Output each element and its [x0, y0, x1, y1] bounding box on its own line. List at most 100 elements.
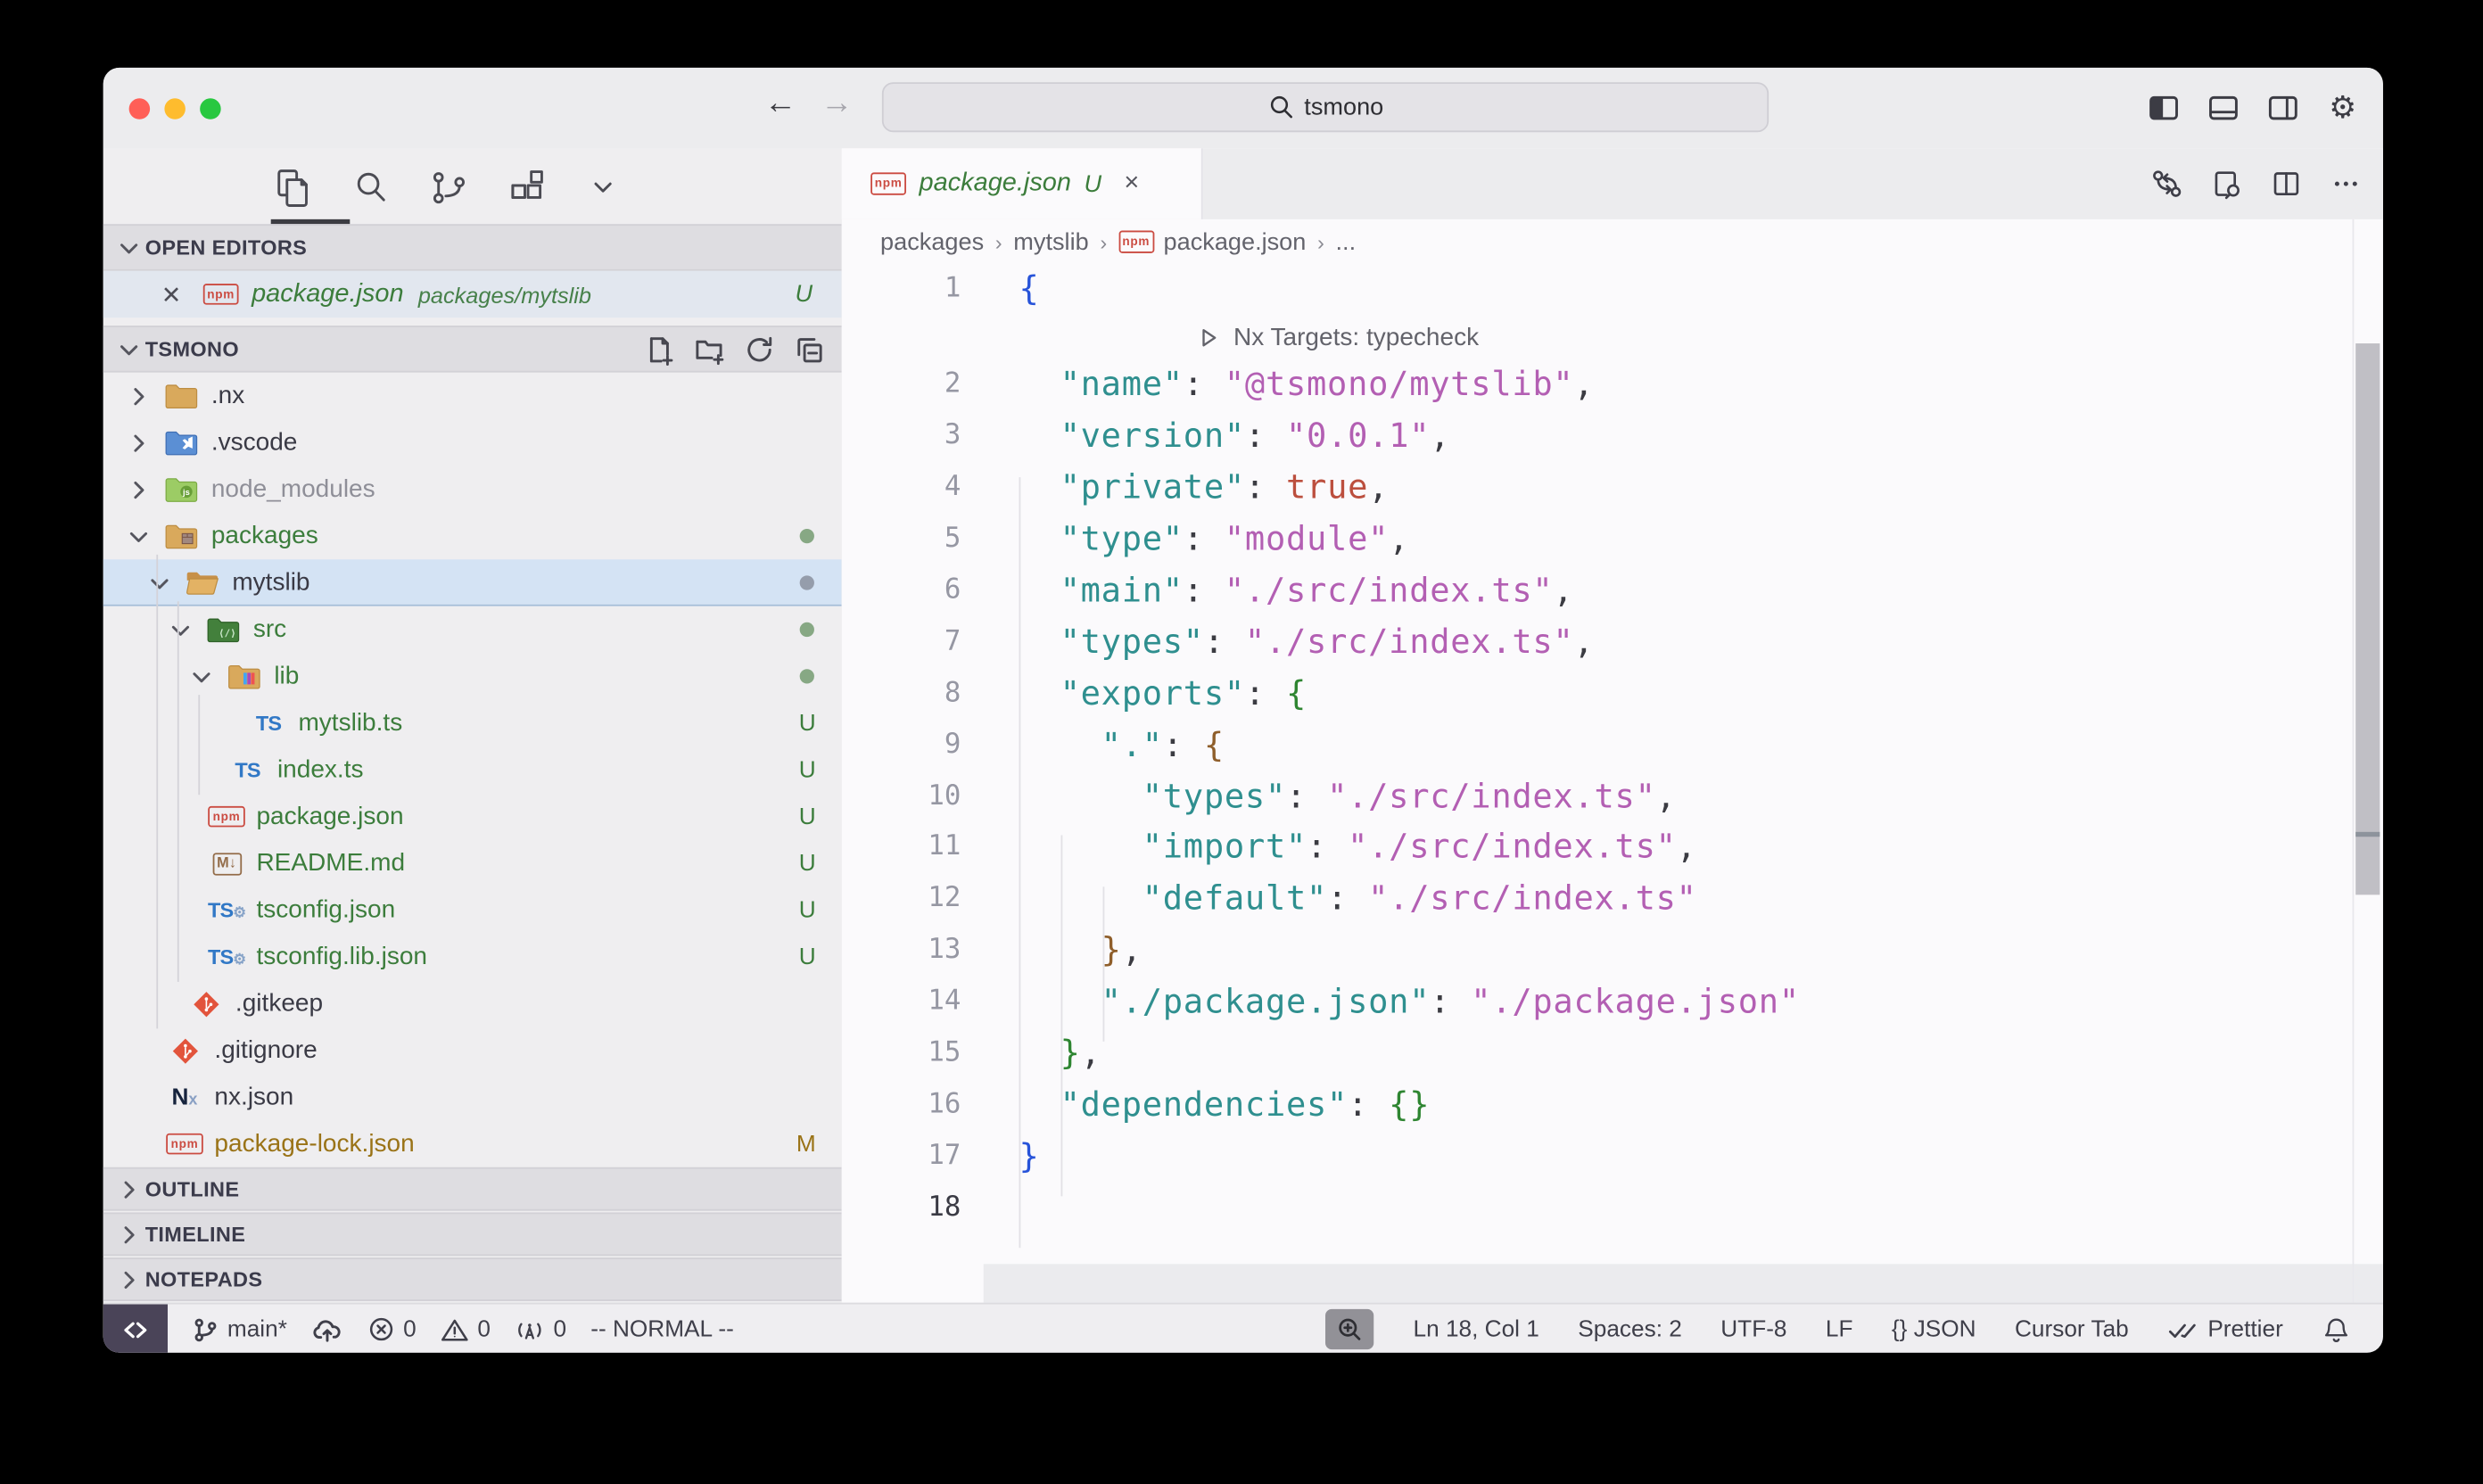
notepads-section[interactable]: NOTEPADS [103, 1257, 842, 1301]
zoom-indicator-button[interactable] [1326, 1309, 1374, 1349]
breadcrumb-item[interactable]: mytslib [1013, 228, 1088, 256]
status-normal[interactable]: -- NORMAL -- [590, 1316, 734, 1342]
code-line-18[interactable]: 18 [842, 1183, 2383, 1234]
code-line-15[interactable]: 15 }, [842, 1028, 2383, 1080]
activity-search[interactable] [348, 163, 393, 209]
tree-item-package-lock-json[interactable]: npmpackage-lock.jsonM [103, 1120, 842, 1167]
outline-section[interactable]: OUTLINE [103, 1167, 842, 1211]
code-line-13[interactable]: 13 }, [842, 926, 2383, 977]
tree-item--nx[interactable]: .nx [103, 373, 842, 419]
code-line-8[interactable]: 8 "exports": { [842, 669, 2383, 721]
code-line-2[interactable]: 2 "name": "@tsmono/mytslib", [842, 360, 2383, 412]
status-ln-18-col-1[interactable]: Ln 18, Col 1 [1413, 1316, 1538, 1342]
activity-source-control[interactable] [425, 163, 471, 209]
open-editor-item[interactable]: ✕ npm package.json packages/mytslib U [103, 271, 842, 317]
remote-indicator[interactable] [103, 1305, 168, 1353]
panel-left-button[interactable] [2146, 90, 2182, 126]
chevron-right-icon[interactable] [126, 383, 152, 408]
tree-item-package-json[interactable]: npmpackage.jsonU [103, 793, 842, 839]
minimize-window-button[interactable] [164, 97, 186, 119]
tree-item-readme-md[interactable]: M↓README.mdU [103, 840, 842, 886]
new-file-button[interactable] [643, 333, 675, 365]
forward-button[interactable]: → [816, 86, 858, 123]
chevron-down-icon[interactable] [147, 570, 173, 596]
panel-bottom-button[interactable] [2206, 90, 2241, 126]
code-line-6[interactable]: 6 "main": "./src/index.ts", [842, 565, 2383, 617]
status-zoom-plus[interactable] [1326, 1309, 1374, 1349]
gear-button[interactable]: ⚙ [2325, 90, 2361, 126]
status-bell[interactable] [2322, 1315, 2351, 1344]
status-warning-triangle[interactable]: 0 [441, 1316, 491, 1342]
chevron-down-icon[interactable] [168, 616, 194, 642]
code-line-3[interactable]: 3 "version": "0.0.1", [842, 411, 2383, 463]
status-utf-8[interactable]: UTF-8 [1720, 1316, 1786, 1342]
code-line-5[interactable]: 5 "type": "module", [842, 515, 2383, 566]
tree-item-tsconfig-json[interactable]: TS⚙tsconfig.jsonU [103, 886, 842, 933]
tree-item-node-modules[interactable]: jsnode_modules [103, 466, 842, 512]
panel-right-button[interactable] [2265, 90, 2301, 126]
close-icon[interactable]: ✕ [161, 280, 187, 309]
zoom-window-button[interactable] [200, 97, 221, 119]
refresh-button[interactable] [743, 333, 775, 365]
breadcrumb-item[interactable]: npmpackage.json [1118, 228, 1307, 256]
breadcrumb-item[interactable]: ... [1336, 228, 1357, 256]
code-line-17[interactable]: 17} [842, 1132, 2383, 1183]
code-line-4[interactable]: 4 "private": true, [842, 463, 2383, 515]
tree-item-packages[interactable]: packages [103, 513, 842, 559]
code-line-1[interactable]: 1{ [842, 264, 2383, 316]
status-error-circle[interactable]: 0 [367, 1315, 416, 1343]
code-line-9[interactable]: 9 ".": { [842, 720, 2383, 771]
activity-explorer[interactable] [271, 163, 317, 209]
status-lf[interactable]: LF [1826, 1316, 1853, 1342]
code-line-11[interactable]: 11 "import": "./src/index.ts", [842, 823, 2383, 875]
tree-item-nx-json[interactable]: Nxnx.json [103, 1074, 842, 1120]
activity-chevron-down[interactable] [581, 163, 626, 209]
codelens-nx-targets[interactable]: Nx Targets: typecheck [1196, 316, 1479, 360]
tree-item-src[interactable]: ⟨/⟩src [103, 606, 842, 653]
nx-icon: Nx [168, 1083, 202, 1112]
status-git-branch[interactable]: main* [190, 1315, 287, 1344]
split-editor-button[interactable] [2269, 166, 2305, 202]
status-json[interactable]: {} JSON [1892, 1316, 1976, 1342]
chevron-down-icon[interactable] [126, 524, 152, 549]
code-line-16[interactable]: 16 "dependencies": {} [842, 1080, 2383, 1132]
tree-item--gitignore[interactable]: .gitignore [103, 1027, 842, 1074]
tree-item-mytslib-ts[interactable]: TSmytslib.tsU [103, 700, 842, 746]
new-folder-button[interactable] [693, 333, 725, 365]
breadcrumb-item[interactable]: packages [880, 228, 984, 256]
chevron-down-icon[interactable] [189, 664, 215, 689]
tree-item-index-ts[interactable]: TSindex.tsU [103, 746, 842, 793]
back-button[interactable]: ← [759, 86, 801, 123]
open-editors-header[interactable]: OPEN EDITORS [103, 224, 842, 270]
status-spaces-2[interactable]: Spaces: 2 [1578, 1316, 1682, 1342]
tree-item-tsconfig-lib-json[interactable]: TS⚙tsconfig.lib.jsonU [103, 934, 842, 980]
code-line-7[interactable]: 7 "types": "./src/index.ts", [842, 617, 2383, 669]
activity-extensions[interactable] [503, 163, 549, 209]
command-center-search[interactable]: tsmono [882, 82, 1769, 132]
tree-item--gitkeep[interactable]: .gitkeep [103, 980, 842, 1026]
explorer-section-header[interactable]: TSMONO [103, 326, 842, 372]
chevron-right-icon[interactable] [126, 476, 152, 502]
timeline-section[interactable]: TIMELINE [103, 1212, 842, 1256]
status-cloud-upload[interactable] [311, 1316, 343, 1342]
close-window-button[interactable] [129, 97, 151, 119]
tab-package-json[interactable]: npm package.json U × [842, 148, 1203, 219]
status-check-double[interactable]: Prettier [2167, 1316, 2283, 1342]
chevron-right-icon[interactable] [126, 430, 152, 456]
status-cursor-tab[interactable]: Cursor Tab [2015, 1316, 2129, 1342]
tree-item-lib[interactable]: lib [103, 653, 842, 699]
code-line-10[interactable]: 10 "types": "./src/index.ts", [842, 771, 2383, 823]
line-number: 15 [842, 1028, 961, 1080]
indent-guide [177, 601, 179, 982]
open-changes-button[interactable] [2149, 166, 2185, 202]
code-area[interactable]: 1{Nx Targets: typecheck2 "name": "@tsmon… [842, 264, 2383, 1233]
code-line-14[interactable]: 14 "./package.json": "./package.json" [842, 977, 2383, 1029]
collapse-all-button[interactable] [793, 333, 825, 365]
status-broadcast[interactable]: 0 [515, 1316, 566, 1342]
tree-item--vscode[interactable]: .vscode [103, 419, 842, 466]
open-preview-button[interactable] [2209, 166, 2245, 202]
tab-close-icon[interactable]: × [1124, 169, 1139, 199]
tree-item-mytslib[interactable]: mytslib [103, 559, 842, 606]
code-line-12[interactable]: 12 "default": "./src/index.ts" [842, 874, 2383, 926]
more-actions-button[interactable] [2328, 166, 2363, 202]
